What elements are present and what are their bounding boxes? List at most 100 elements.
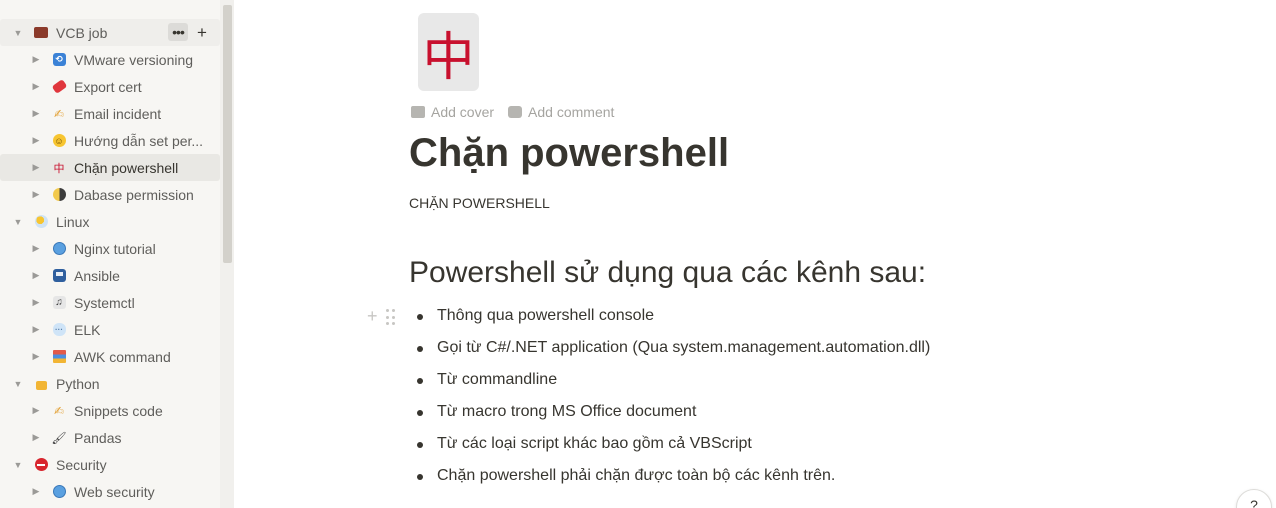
briefcase-icon	[33, 25, 49, 41]
image-icon	[411, 106, 425, 118]
text-block[interactable]: CHẶN POWERSHELL	[409, 195, 550, 211]
expand-arrow-icon[interactable]: ▶	[30, 162, 42, 173]
sidebar-item-snippets-code[interactable]: ▶ ✍ Snippets code	[0, 397, 220, 424]
sidebar-item-vcb-job[interactable]: ▼ VCB job ••• +	[0, 19, 220, 46]
expand-arrow-icon[interactable]: ▶	[30, 351, 42, 362]
books-icon	[51, 349, 67, 365]
expand-arrow-icon[interactable]: ▶	[30, 243, 42, 254]
writing-hand-icon: ✍	[53, 403, 65, 418]
sidebar-item-email-incident[interactable]: ▶ ✍ Email incident	[0, 100, 220, 127]
expand-arrow-icon[interactable]: ▶	[30, 405, 42, 416]
expand-arrow-icon[interactable]: ▶	[30, 297, 42, 308]
expand-arrow-icon[interactable]: ▶	[30, 108, 42, 119]
expand-arrow-icon[interactable]: ▶	[30, 324, 42, 335]
sidebar-item-label: Web security	[74, 483, 155, 500]
sidebar-item-label: Hướng dẫn set per...	[74, 132, 204, 149]
sidebar-item-label: Dabase permission	[74, 186, 194, 203]
page-emoji-icon[interactable]: 中	[418, 13, 479, 91]
expand-arrow-icon[interactable]: ▶	[30, 189, 42, 200]
collapse-arrow-icon[interactable]: ▼	[12, 217, 24, 227]
comment-icon	[508, 106, 523, 118]
sidebar-item-label: VCB job	[56, 24, 108, 41]
sidebar-item-systemctl[interactable]: ▶ ♫ Systemctl	[0, 289, 220, 316]
page-tree: ▼ VCB job ••• + ▶ ⟲ VMware versioning ▶ …	[0, 19, 220, 505]
sidebar-item-security[interactable]: ▼ Security	[0, 451, 220, 478]
bulleted-list: Thông qua powershell console Gọi từ C#/.…	[409, 300, 930, 492]
sidebar-item-label: Export cert	[74, 78, 142, 95]
sidebar-scrollbar-thumb[interactable]	[223, 5, 232, 263]
sidebar-item-export-cert[interactable]: ▶ Export cert	[0, 73, 220, 100]
list-item[interactable]: Chặn powershell phải chặn được toàn bộ c…	[409, 460, 930, 492]
list-item[interactable]: Từ các loại script khác bao gồm cả VBScr…	[409, 428, 930, 460]
add-subpage-button[interactable]: +	[192, 23, 212, 41]
add-block-button[interactable]: +	[367, 306, 378, 327]
page-actions: Add cover Add comment	[411, 104, 614, 120]
sidebar-item-dabase-permission[interactable]: ▶ Dabase permission	[0, 181, 220, 208]
lock-icon	[33, 376, 49, 392]
add-comment-label: Add comment	[528, 104, 615, 120]
list-item[interactable]: Từ macro trong MS Office document	[409, 396, 930, 428]
sidebar-item-label: Pandas	[74, 429, 122, 446]
add-cover-button[interactable]: Add cover	[411, 104, 494, 120]
sidebar-scrollbar[interactable]	[220, 0, 234, 508]
sidebar-item-web-security[interactable]: ▶ Web security	[0, 478, 220, 505]
ticket-icon	[51, 79, 67, 95]
sidebar-item-python[interactable]: ▼ Python	[0, 370, 220, 397]
add-cover-label: Add cover	[431, 104, 495, 120]
moon-icon	[51, 187, 67, 203]
collapse-arrow-icon[interactable]: ▼	[12, 28, 24, 38]
list-item[interactable]: Gọi từ C#/.NET application (Qua system.m…	[409, 332, 930, 364]
sidebar-item-ansible[interactable]: ▶ Ansible	[0, 262, 220, 289]
floppy-icon	[51, 268, 67, 284]
globe-icon	[51, 484, 67, 500]
sidebar-item-label: Email incident	[74, 105, 162, 122]
sidebar-item-chan-powershell[interactable]: ▶ 中 Chặn powershell	[0, 154, 220, 181]
sidebar-item-label: Nginx tutorial	[74, 240, 156, 257]
sidebar-item-label: Python	[56, 375, 100, 392]
paintbrush-icon: 🖌	[51, 430, 67, 445]
sidebar-item-label: Linux	[56, 213, 90, 230]
collapse-arrow-icon[interactable]: ▼	[12, 379, 24, 389]
sidebar-item-nginx-tutorial[interactable]: ▶ Nginx tutorial	[0, 235, 220, 262]
sidebar-item-label: Ansible	[74, 267, 120, 284]
refresh-icon: ⟲	[51, 52, 67, 68]
smiley-icon: ☺	[52, 134, 66, 147]
sidebar-item-awk-command[interactable]: ▶ AWK command	[0, 343, 220, 370]
writing-hand-icon: ✍	[53, 106, 65, 121]
expand-arrow-icon[interactable]: ▶	[30, 270, 42, 281]
sidebar-item-label: Snippets code	[74, 402, 163, 419]
add-comment-button[interactable]: Add comment	[508, 104, 614, 120]
sidebar: ▼ VCB job ••• + ▶ ⟲ VMware versioning ▶ …	[0, 0, 234, 508]
sidebar-item-huong-dan[interactable]: ▶ ☺ Hướng dẫn set per...	[0, 127, 220, 154]
expand-arrow-icon[interactable]: ▶	[30, 81, 42, 92]
collapse-arrow-icon[interactable]: ▼	[12, 460, 24, 470]
page-title[interactable]: Chặn powershell	[409, 131, 729, 176]
sidebar-item-label: Systemctl	[74, 294, 135, 311]
drag-handle-icon[interactable]	[385, 309, 395, 327]
list-item[interactable]: Thông qua powershell console	[409, 300, 930, 332]
globe-icon	[51, 241, 67, 257]
expand-arrow-icon[interactable]: ▶	[30, 432, 42, 443]
sun-cloud-icon	[33, 214, 49, 230]
sidebar-item-label: VMware versioning	[74, 51, 194, 68]
sidebar-item-label: Chặn powershell	[74, 159, 179, 176]
sidebar-item-label: ELK	[74, 321, 101, 338]
sidebar-item-pandas[interactable]: ▶ 🖌 Pandas	[0, 424, 220, 451]
row-actions: ••• +	[168, 23, 212, 41]
expand-arrow-icon[interactable]: ▶	[30, 135, 42, 146]
sidebar-item-elk[interactable]: ▶ ··· ELK	[0, 316, 220, 343]
expand-arrow-icon[interactable]: ▶	[30, 54, 42, 65]
speech-bubble-icon: ···	[51, 322, 67, 338]
no-entry-icon	[33, 457, 49, 473]
heading-block[interactable]: Powershell sử dụng qua các kênh sau:	[409, 256, 926, 290]
block-controls: +	[367, 306, 395, 327]
more-options-button[interactable]: •••	[168, 23, 188, 41]
mahjong-red-dragon-icon: 中	[53, 161, 65, 175]
music-score-icon: ♫	[51, 295, 67, 311]
sidebar-item-vmware-versioning[interactable]: ▶ ⟲ VMware versioning	[0, 46, 220, 73]
expand-arrow-icon[interactable]: ▶	[30, 486, 42, 497]
sidebar-item-label: Security	[56, 456, 107, 473]
sidebar-item-linux[interactable]: ▼ Linux	[0, 208, 220, 235]
page-content: 中 Add cover Add comment Chặn powershell …	[234, 0, 1276, 508]
list-item[interactable]: Từ commandline	[409, 364, 930, 396]
